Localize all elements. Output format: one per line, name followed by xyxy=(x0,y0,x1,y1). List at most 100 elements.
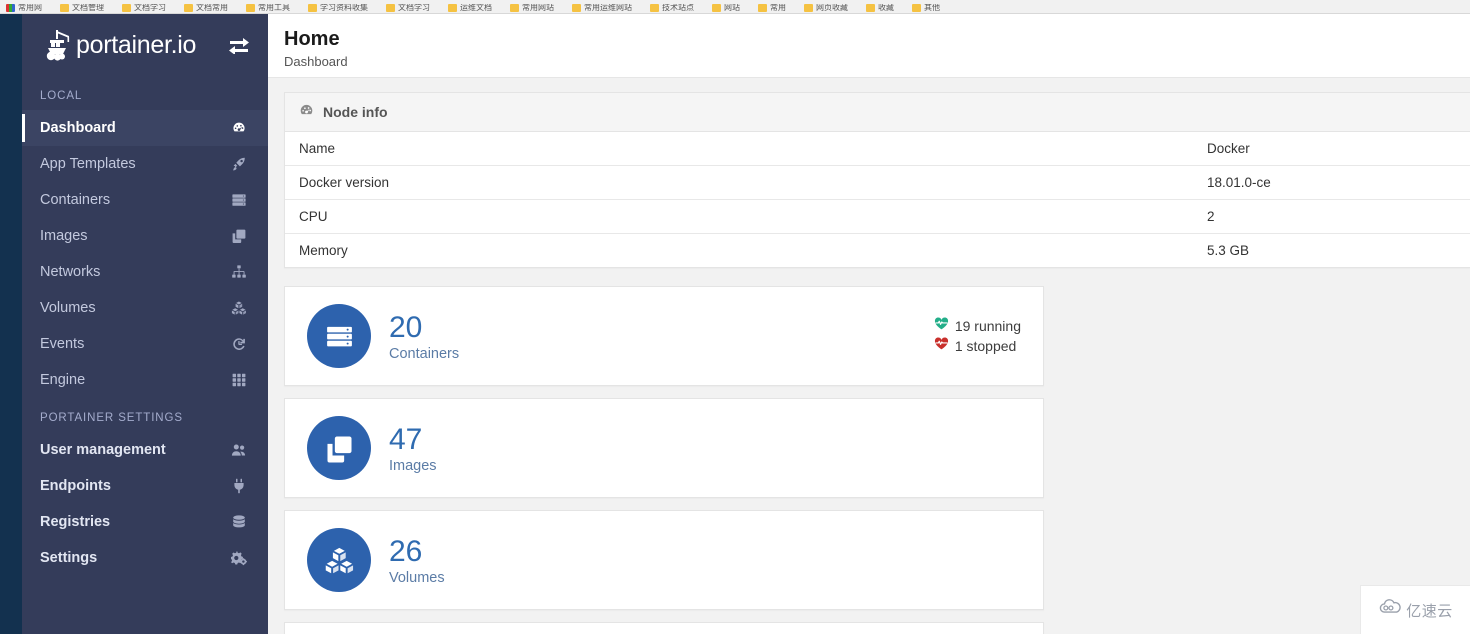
bookmark-label: 文档常用 xyxy=(196,4,228,12)
sidebar-item-settings[interactable]: Settings xyxy=(22,540,268,576)
sidebar-item-label: Registries xyxy=(40,514,111,530)
node-info-key: Docker version xyxy=(285,165,1193,200)
bookmark-item[interactable]: 学习资料收集 xyxy=(308,4,368,12)
bookmark-item[interactable]: 文档学习 xyxy=(386,4,430,12)
bookmark-item[interactable]: 文档学习 xyxy=(122,4,166,12)
sidebar-item-label: Containers xyxy=(40,192,111,208)
cubes-icon xyxy=(307,528,371,592)
bookmark-item[interactable]: 网页收藏 xyxy=(804,4,848,12)
bookmark-item[interactable]: 文档管理 xyxy=(60,4,104,12)
sitemap-icon xyxy=(228,263,250,281)
stat-card-containers[interactable]: 20 Containers 19 running 1 stopped xyxy=(284,286,1044,386)
nav-section-title: LOCAL xyxy=(40,90,83,102)
bookmark-label: 技术站点 xyxy=(662,4,694,12)
page-header: Home Dashboard xyxy=(268,14,1470,78)
stat-card-label: Containers xyxy=(389,345,460,362)
folder-icon xyxy=(122,4,131,12)
bookmark-item[interactable]: 常用工具 xyxy=(246,4,290,12)
sidebar-item-label: Networks xyxy=(40,264,101,280)
watermark-badge: 亿速云 xyxy=(1360,585,1470,634)
stat-card-text: 26 Volumes xyxy=(389,535,445,586)
dashboard-content: Node info Name Docker Docker version 18.01.… xyxy=(268,78,1470,634)
sidebar-item-app-templates[interactable]: App Templates xyxy=(22,146,268,182)
stat-card-volumes[interactable]: 26 Volumes xyxy=(284,510,1044,610)
folder-icon xyxy=(804,4,813,12)
portainer-logo-icon xyxy=(40,28,74,62)
folder-icon xyxy=(246,4,255,12)
th-grid-icon xyxy=(228,371,250,389)
stat-cards-grid: 20 Containers 19 running 1 stopped 47 Images 2… xyxy=(284,286,1470,634)
stat-card-networks[interactable]: 4Networks xyxy=(284,622,1044,634)
sidebar-item-label: Volumes xyxy=(40,300,96,316)
folder-icon xyxy=(650,4,659,12)
exchange-arrows-icon[interactable] xyxy=(228,36,250,55)
bookmark-label: 其他 xyxy=(924,4,940,12)
bookmark-label: 收藏 xyxy=(878,4,894,12)
bookmark-label: 常用网 xyxy=(18,4,42,12)
sidebar-item-volumes[interactable]: Volumes xyxy=(22,290,268,326)
sidebar-item-images[interactable]: Images xyxy=(22,218,268,254)
bookmark-item[interactable]: 常用网 xyxy=(6,4,42,12)
folder-icon xyxy=(386,4,395,12)
sidebar-item-engine[interactable]: Engine xyxy=(22,362,268,398)
node-info-value: Docker xyxy=(1193,132,1470,166)
sidebar-navigation: LOCAL Dashboard App Templates Containers Ima… xyxy=(22,76,268,576)
history-icon xyxy=(228,335,250,353)
node-info-panel: Node info Name Docker Docker version 18.01.… xyxy=(284,92,1470,268)
nav-section-title: PORTAINER SETTINGS xyxy=(40,412,183,424)
bookmark-label: 网站 xyxy=(724,4,740,12)
bookmark-label: 文档学习 xyxy=(398,4,430,12)
sidebar-item-registries[interactable]: Registries xyxy=(22,504,268,540)
sidebar-item-label: Engine xyxy=(40,372,86,388)
bookmark-item[interactable]: 收藏 xyxy=(866,4,894,12)
stat-card-images[interactable]: 47 Images xyxy=(284,398,1044,498)
folder-icon xyxy=(184,4,193,12)
sidebar-item-networks[interactable]: Networks xyxy=(22,254,268,290)
sidebar-item-dashboard[interactable]: Dashboard xyxy=(22,110,268,146)
sidebar-item-label: Images xyxy=(40,228,88,244)
status-text: 1 stopped xyxy=(954,338,1017,354)
node-info-key: Name xyxy=(285,132,1193,166)
bookmark-item[interactable]: 常用 xyxy=(758,4,786,12)
bookmark-label: 学习资料收集 xyxy=(320,4,368,12)
bookmark-item[interactable]: 网站 xyxy=(712,4,740,12)
main-content: Home Dashboard Node info Name Docker Doc… xyxy=(268,14,1470,634)
bookmark-label: 常用运维网站 xyxy=(584,4,632,12)
folder-icon xyxy=(712,4,721,12)
node-info-value: 5.3 GB xyxy=(1207,243,1250,258)
folder-icon xyxy=(510,4,519,12)
node-info-table: Name Docker Docker version 18.01.0-ce CPU 2 Me… xyxy=(285,132,1470,267)
sidebar-item-endpoints[interactable]: Endpoints xyxy=(22,468,268,504)
bookmark-item[interactable]: 技术站点 xyxy=(650,4,694,12)
bookmark-item[interactable]: 运维文档 xyxy=(448,4,492,12)
bookmark-item[interactable]: 其他 xyxy=(912,4,940,12)
sidebar-item-events[interactable]: Events xyxy=(22,326,268,362)
sidebar-item-label: User management xyxy=(40,442,166,458)
status-text: 19 running xyxy=(954,318,1021,334)
bookmark-label: 常用工具 xyxy=(258,4,290,12)
bookmark-label: 常用 xyxy=(770,4,786,12)
sidebar-item-label: Settings xyxy=(40,550,98,566)
sidebar-item-label: App Templates xyxy=(40,156,136,172)
tachometer-icon xyxy=(299,103,314,121)
bookmark-label: 文档管理 xyxy=(72,4,104,12)
rocket-icon xyxy=(228,155,250,173)
bookmark-item[interactable]: 文档常用 xyxy=(184,4,228,12)
multicolor-favicon xyxy=(6,4,15,12)
browser-bookmarks-bar[interactable]: 常用网 文档管理 文档学习 文档常用 常用工具 学习资料收集 文档学习 运维文档 常用网站 常用运… xyxy=(0,0,1470,14)
node-info-row: Memory 5.3 GB xyxy=(285,234,1470,268)
breadcrumb: Dashboard xyxy=(284,54,348,69)
stat-card-text: 20 Containers xyxy=(389,311,459,362)
sidebar-item-user-management[interactable]: User management xyxy=(22,432,268,468)
node-info-value: 18.01.0-ce xyxy=(1193,165,1470,200)
bookmark-item[interactable]: 常用网站 xyxy=(510,4,554,12)
node-info-panel-header: Node info xyxy=(285,93,1470,132)
sidebar-item-containers[interactable]: Containers xyxy=(22,182,268,218)
bookmark-item[interactable]: 常用运维网站 xyxy=(572,4,632,12)
folder-icon xyxy=(758,4,767,12)
bookmark-label: 文档学习 xyxy=(134,4,166,12)
cubes-icon xyxy=(228,299,250,317)
cloud-logo-icon xyxy=(1378,599,1402,621)
node-info-row: Docker version 18.01.0-ce xyxy=(285,165,1470,200)
tachometer-icon xyxy=(228,119,250,137)
